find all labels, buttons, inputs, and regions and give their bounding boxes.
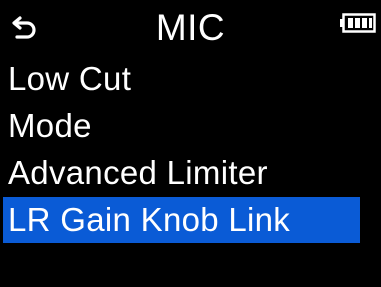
battery-icon bbox=[340, 13, 376, 33]
menu-item-low-cut[interactable]: Low Cut bbox=[0, 56, 381, 102]
menu-item-mode[interactable]: Mode bbox=[0, 103, 381, 149]
device-screen: MIC Low Cut Mode Advanced Limiter LR Gai… bbox=[0, 0, 381, 287]
menu-item-advanced-limiter[interactable]: Advanced Limiter bbox=[0, 150, 381, 196]
menu-list: Low Cut Mode Advanced Limiter LR Gain Kn… bbox=[0, 56, 381, 243]
menu-item-lr-gain-knob-link[interactable]: LR Gain Knob Link bbox=[3, 197, 360, 243]
header-bar: MIC bbox=[0, 0, 381, 56]
page-title: MIC bbox=[155, 7, 226, 48]
